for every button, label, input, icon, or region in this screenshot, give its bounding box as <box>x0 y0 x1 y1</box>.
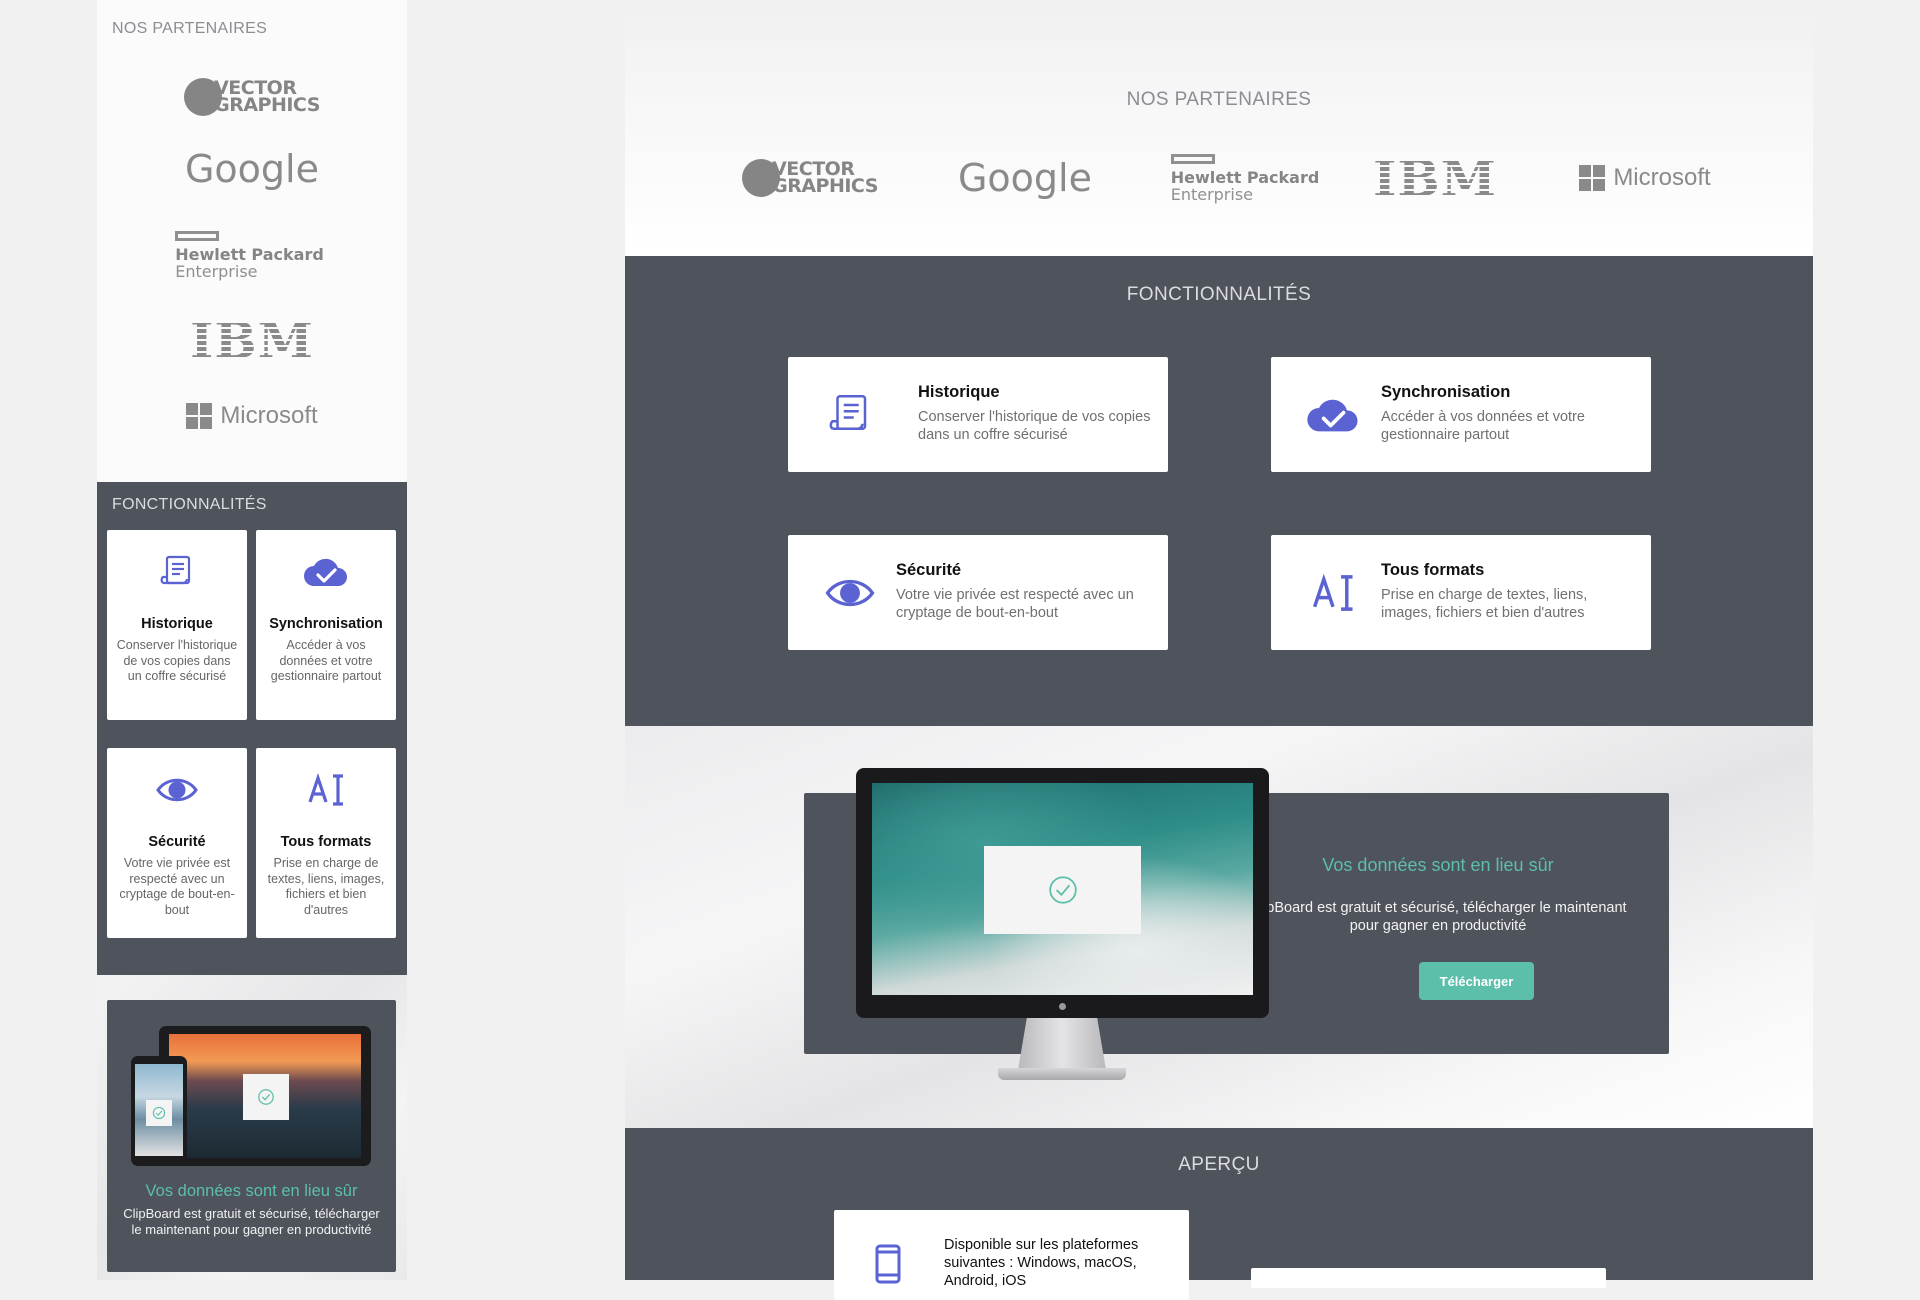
desktop-logo-google: Google <box>957 156 1092 200</box>
desktop-feature-card-synchronisation: Synchronisation Accéder à vos données et… <box>1271 357 1651 472</box>
mobile-features-section: FONCTIONNALITÉS Historique Conserver l'h… <box>97 482 407 975</box>
mobile-features-title: FONCTIONNALITÉS <box>112 496 267 513</box>
mobile-feature-card-securite: Sécurité Votre vie privée est respecté a… <box>107 748 247 938</box>
scroll-icon <box>107 552 247 592</box>
desktop-apercu-section: APERÇU Disponible sur les plateformes su… <box>625 1128 1813 1300</box>
feature-title: Historique <box>918 383 1000 401</box>
desktop-features-section: FONCTIONNALITÉS Historique Conserver l'h… <box>625 256 1813 726</box>
mobile-feature-card-historique: Historique Conserver l'historique de vos… <box>107 530 247 720</box>
desktop-logo-vector-graphics: VECTOR GRAPHICS <box>730 146 890 210</box>
check-circle-icon <box>1048 876 1077 904</box>
desktop-apercu-title: APERÇU <box>1178 1154 1260 1175</box>
mobile-partners-section: NOS PARTENAIRES VECTOR GRAPHICS Google H… <box>97 0 407 482</box>
microsoft-logo-icon <box>1579 165 1606 191</box>
mobile-logo-hpe: Hewlett Packard Enterprise <box>97 226 407 284</box>
mobile-logo-microsoft: Microsoft <box>97 396 407 436</box>
feature-title: Synchronisation <box>269 616 383 632</box>
check-circle-icon <box>152 1106 166 1120</box>
desktop-feature-card-tous-formats: Tous formats Prise en charge de textes, … <box>1271 535 1651 650</box>
desktop-partners-section: NOS PARTENAIRES VECTOR GRAPHICS Google H… <box>625 0 1813 256</box>
platforms-card: Disponible sur les plateformes suivantes… <box>834 1210 1189 1300</box>
beach-image <box>135 1064 183 1156</box>
mobile-feature-card-tous-formats: Tous formats Prise en charge de textes, … <box>256 748 396 938</box>
desktop-promo-desc: ClipBoard est gratuit et sécurisé, téléc… <box>1249 900 1627 934</box>
feature-title: Sécurité <box>148 834 206 850</box>
microsoft-logo-icon <box>186 403 213 429</box>
mobile-logo-google: Google <box>184 147 319 191</box>
check-dialog <box>146 1100 172 1126</box>
mobile-promo-title: Vos données sont en lieu sûr <box>145 1182 358 1200</box>
feature-desc: Prise en charge de textes, liens, images… <box>1381 587 1588 621</box>
feature-desc: Accéder à vos données et votre gestionna… <box>1381 409 1585 443</box>
desktop-feature-card-securite: Sécurité Votre vie privée est respecté a… <box>788 535 1168 650</box>
feature-title: Synchronisation <box>1381 383 1511 401</box>
apercu-card-2 <box>1251 1268 1606 1288</box>
platforms-text: Disponible sur les plateformes suivantes… <box>944 1237 1139 1289</box>
scroll-icon <box>822 387 878 443</box>
text-format-icon <box>1305 565 1361 621</box>
cloud-check-icon <box>1305 387 1361 443</box>
feature-title: Tous formats <box>280 834 372 850</box>
smartphone-icon <box>874 1244 902 1289</box>
check-dialog <box>984 846 1141 934</box>
mobile-promo-card: Vos données sont en lieu sûr ClipBoard e… <box>107 1000 396 1272</box>
desktop-logo-ibm: IBM <box>1373 148 1497 208</box>
feature-desc: Conserver l'historique de vos copies dan… <box>116 638 238 683</box>
desktop-feature-card-historique: Historique Conserver l'historique de vos… <box>788 357 1168 472</box>
imac-stand-base <box>998 1068 1126 1080</box>
mobile-logo-ibm: IBM <box>190 310 314 370</box>
desktop-features-title: FONCTIONNALITÉS <box>1126 284 1312 305</box>
desktop-logo-microsoft: Microsoft <box>1565 146 1725 210</box>
feature-desc: Prise en charge de textes, liens, images… <box>267 856 385 917</box>
desktop-logo-hpe: Hewlett Packard Enterprise <box>1165 146 1325 210</box>
feature-desc: Accéder à vos données et votre gestionna… <box>270 638 382 683</box>
check-dialog <box>243 1074 289 1120</box>
phone-mockup <box>131 1056 187 1166</box>
feature-title: Tous formats <box>1381 561 1485 579</box>
eye-icon <box>822 565 878 621</box>
text-format-icon <box>256 770 396 810</box>
feature-desc: Votre vie privée est respecté avec un cr… <box>896 587 1134 621</box>
imac-stand <box>1018 1018 1106 1070</box>
hpe-logo-icon <box>1170 153 1215 164</box>
mobile-promo-desc: ClipBoard est gratuit et sécurisé, téléc… <box>123 1206 380 1237</box>
imac-mockup <box>856 768 1269 1018</box>
cloud-check-icon <box>256 552 396 592</box>
tablet-mockup <box>159 1026 371 1166</box>
download-button[interactable]: Télécharger <box>1419 962 1534 1000</box>
mobile-logo-vector-graphics: VECTOR GRAPHICS <box>97 74 407 120</box>
mobile-feature-card-synchronisation: Synchronisation Accéder à vos données et… <box>256 530 396 720</box>
feature-title: Historique <box>141 616 213 632</box>
feature-desc: Conserver l'historique de vos copies dan… <box>918 409 1151 443</box>
feature-title: Sécurité <box>896 561 962 579</box>
apple-logo-icon <box>1059 1003 1066 1010</box>
desktop-promo-title: Vos données sont en lieu sûr <box>1322 855 1554 875</box>
check-circle-icon <box>258 1089 274 1105</box>
ocean-aerial-image <box>872 783 1253 995</box>
mobile-partners-title: NOS PARTENAIRES <box>112 20 268 37</box>
hpe-logo-icon <box>175 230 220 241</box>
sunset-sea-image <box>169 1034 361 1158</box>
desktop-partners-title: NOS PARTENAIRES <box>1126 89 1312 110</box>
feature-desc: Votre vie privée est respecté avec un cr… <box>119 856 235 917</box>
eye-icon <box>107 770 247 810</box>
